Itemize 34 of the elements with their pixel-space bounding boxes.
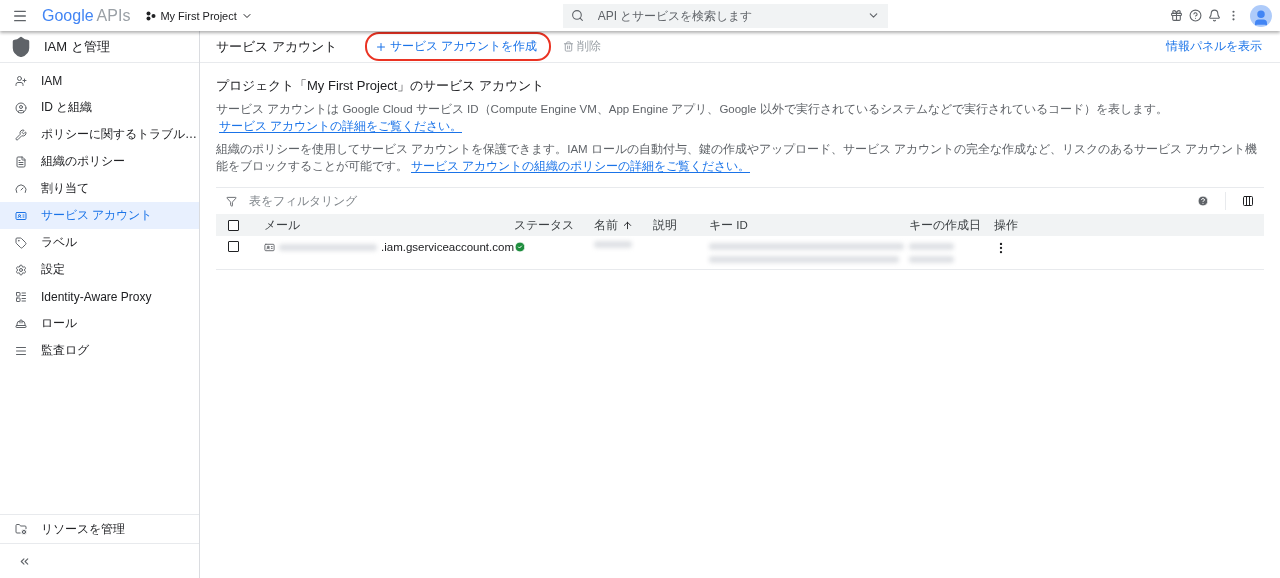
sidebar-item[interactable]: サービス アカウント [0, 202, 199, 229]
logo[interactable]: Google APIs [42, 6, 131, 25]
column-header[interactable]: キーの作成日 [909, 217, 994, 233]
sidebar-item[interactable]: 割り当て [0, 175, 199, 202]
sidebar-item[interactable]: 組織のポリシー [0, 148, 199, 175]
description-text: サービス アカウントは Google Cloud サービス ID（Compute Engine VM、App Engine アプリ、Google 以外で実行されているシステムなどで実行されているコード）を表します。 サービス アカウントの詳細をご覧ください。 [216, 102, 1169, 135]
sidebar-item[interactable]: 設定 [0, 256, 199, 283]
column-header[interactable]: メール [264, 217, 514, 233]
column-header[interactable]: 操作 [994, 217, 1264, 233]
project-name: My First Project [160, 9, 237, 22]
search-field[interactable]: API とサービスを検索します [595, 7, 855, 24]
sidebar-item[interactable]: IAM [0, 67, 199, 94]
description-text: 組織のポリシーを使用してサービス アカウントを保護できます。IAM ロールの自動付与、鍵の作成やアップロード、サービス アカウントの完全な作成など、リスクのあるサービス アカウント機能をブロックすることが可能です。 サービス アカウントの組織のポリシーの詳細をご覧ください。 [216, 142, 1259, 175]
sidebar-item[interactable]: ラベル [0, 229, 199, 256]
sidebar-item[interactable]: リソースを管理 [0, 514, 199, 544]
sidebar-item[interactable]: ポリシーに関するトラブル… [0, 121, 199, 148]
section-heading: プロジェクト「My First Project」のサービス アカウント [216, 77, 545, 95]
column-header[interactable]: キー ID [709, 217, 909, 233]
column-header[interactable]: ステータス [514, 217, 594, 233]
details-link[interactable]: サービス アカウントの組織のポリシーの詳細をご覧ください。 [411, 160, 751, 173]
sidebar-item[interactable]: Identity-Aware Proxy [0, 283, 199, 310]
sidebar-title: IAM と管理 [44, 37, 110, 56]
project-selector[interactable]: My First Project [140, 8, 259, 23]
sidebar-item[interactable]: 監査ログ [0, 337, 199, 364]
column-header[interactable]: 説明 [653, 217, 709, 233]
info-panel-link[interactable]: 情報パネルを表示 [1166, 38, 1262, 55]
details-link[interactable]: サービス アカウントの詳細をご覧ください。 [219, 120, 463, 133]
search-bar[interactable]: API とサービスを検索します [562, 3, 888, 28]
column-header[interactable]: 名前 [594, 217, 653, 233]
create-button[interactable]: サービス アカウントを作成 [364, 32, 551, 61]
page-title: サービス アカウント [216, 37, 337, 56]
sidebar-item[interactable]: ロール [0, 310, 199, 337]
sidebar-item[interactable]: ID と組織 [0, 94, 199, 121]
table-cell: .iam.gserviceaccount.com [264, 241, 514, 253]
